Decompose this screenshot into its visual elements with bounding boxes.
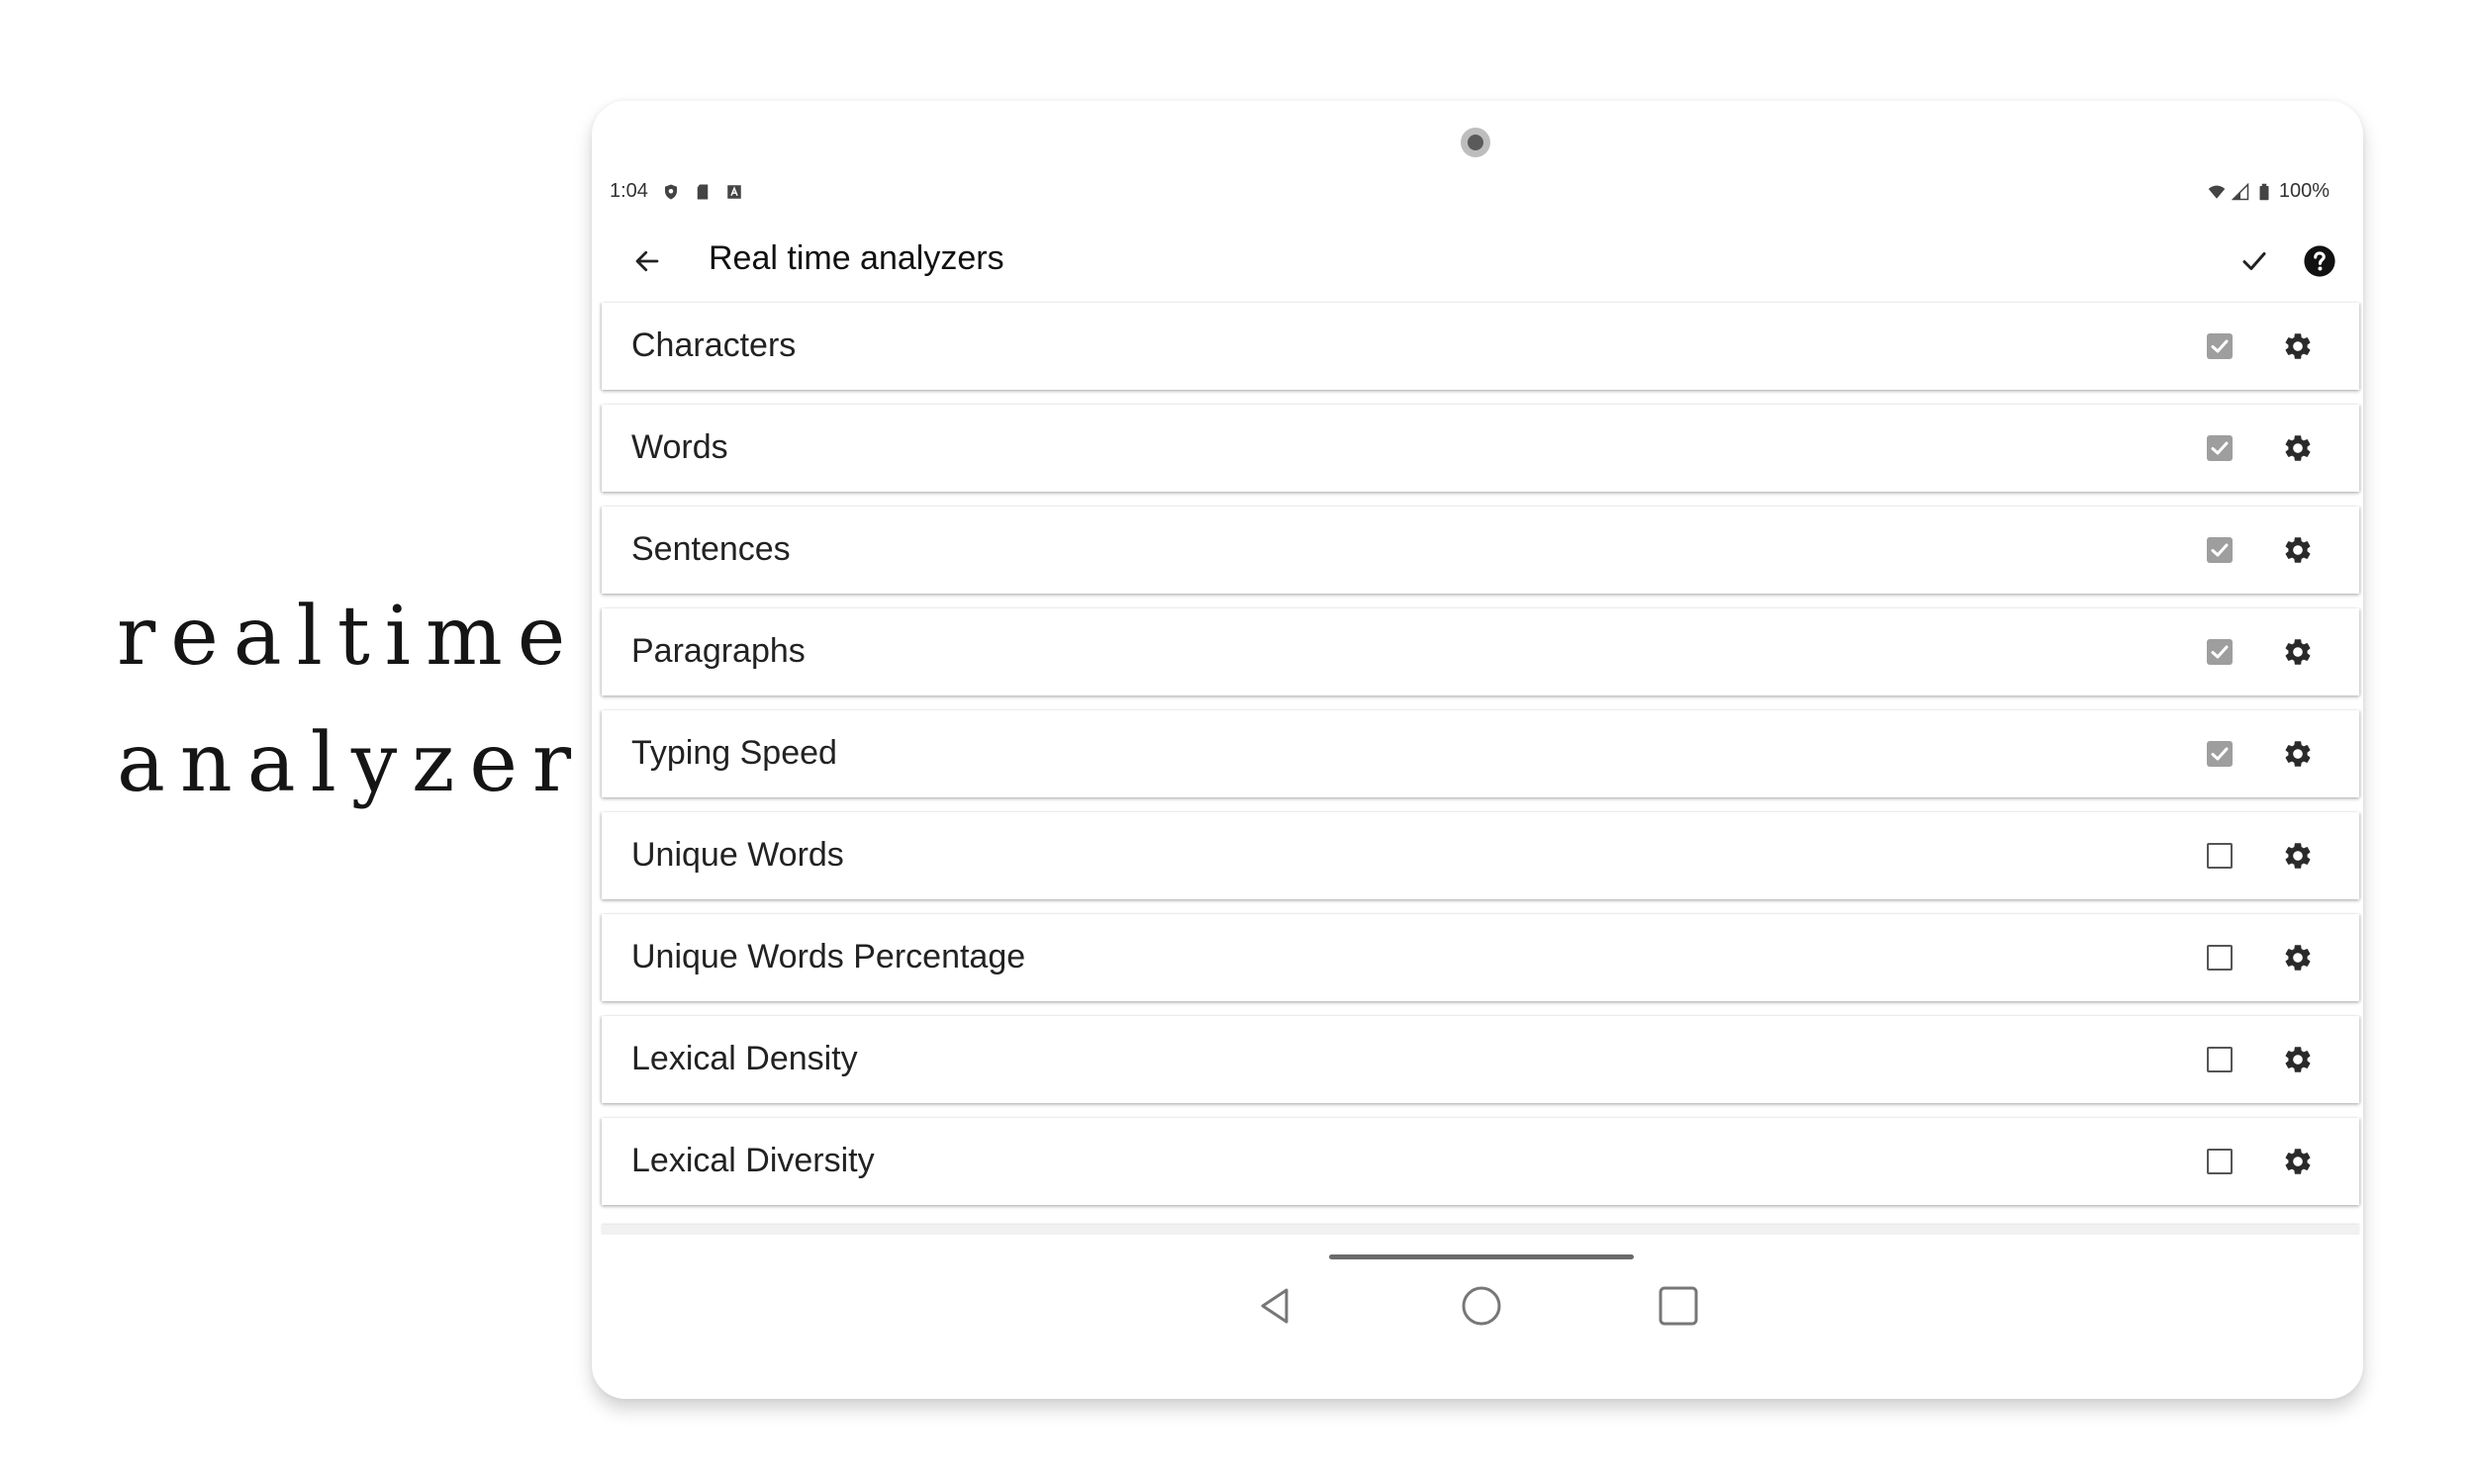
- checkbox-unchecked[interactable]: [2207, 1047, 2233, 1072]
- analyzer-label: Lexical Diversity: [631, 1142, 875, 1179]
- gear-icon: [2285, 1047, 2311, 1072]
- analyzer-settings-button[interactable]: [2282, 1044, 2314, 1075]
- checkmark-icon: [2211, 543, 2229, 557]
- gear-icon: [2285, 1149, 2311, 1174]
- analyzer-label: Typing Speed: [631, 734, 837, 772]
- analyzer-row[interactable]: Sentences: [602, 507, 2359, 594]
- checkbox-checked[interactable]: [2207, 435, 2233, 461]
- promo-line-2: analyzer: [117, 716, 587, 810]
- status-bar: 1:04 100%: [610, 176, 2330, 212]
- screen: realtime analyzer 1:04 100% Real time an: [0, 0, 2474, 1484]
- analyzer-label: Lexical Density: [631, 1040, 858, 1077]
- checkbox-unchecked[interactable]: [2207, 843, 2233, 869]
- analyzer-label: Unique Words: [631, 836, 844, 874]
- analyzer-settings-button[interactable]: [2282, 738, 2314, 770]
- font-icon: [727, 184, 741, 199]
- analyzer-settings-button[interactable]: [2282, 534, 2314, 566]
- analyzer-label: Sentences: [631, 530, 791, 568]
- analyzer-row[interactable]: Characters: [602, 303, 2359, 390]
- status-left: 1:04: [610, 180, 743, 203]
- check-icon: [2242, 252, 2266, 270]
- analyzer-settings-button[interactable]: [2282, 1146, 2314, 1177]
- battery-icon: [2259, 183, 2269, 200]
- checkbox-checked[interactable]: [2207, 537, 2233, 563]
- promo-line-1: realtime: [117, 590, 581, 684]
- checkbox-checked[interactable]: [2207, 741, 2233, 767]
- analyzer-settings-button[interactable]: [2282, 942, 2314, 974]
- checkbox-unchecked[interactable]: [2207, 945, 2233, 971]
- status-time: 1:04: [610, 180, 648, 202]
- checkmark-icon: [2211, 645, 2229, 659]
- analyzer-row[interactable]: Lexical Density: [602, 1016, 2359, 1103]
- gear-icon: [2285, 537, 2311, 563]
- checkmark-icon: [2211, 339, 2229, 353]
- checkmark-icon: [2211, 747, 2229, 761]
- analyzer-row[interactable]: Unique Words Percentage: [602, 914, 2359, 1001]
- analyzer-row[interactable]: Lexical Diversity: [602, 1118, 2359, 1205]
- checkbox-unchecked[interactable]: [2207, 1149, 2233, 1174]
- analyzer-label: Paragraphs: [631, 632, 806, 670]
- camera-icon: [1461, 128, 1490, 157]
- analyzer-list: Characters Words Sentences Paragraphs Typing…: [602, 303, 2359, 1220]
- confirm-button[interactable]: [2235, 241, 2274, 281]
- analyzer-label: Words: [631, 428, 728, 466]
- gear-icon: [2285, 843, 2311, 869]
- sd-card-icon: [697, 184, 709, 199]
- analyzer-row[interactable]: Unique Words: [602, 812, 2359, 899]
- gear-icon: [2285, 945, 2311, 971]
- gear-icon: [2285, 639, 2311, 665]
- shield-icon: [664, 184, 677, 199]
- analyzer-row[interactable]: Words: [602, 405, 2359, 492]
- gear-icon: [2285, 435, 2311, 461]
- tablet-frame: 1:04 100% Real time analyzers Characters…: [592, 101, 2363, 1399]
- gear-icon: [2285, 741, 2311, 767]
- help-button[interactable]: [2300, 241, 2339, 281]
- analyzer-settings-button[interactable]: [2282, 636, 2314, 668]
- promo-text: realtime analyzer: [117, 574, 582, 827]
- list-scroll-edge: [602, 1225, 2359, 1235]
- analyzer-label: Characters: [631, 326, 797, 364]
- analyzer-row[interactable]: Typing Speed: [602, 710, 2359, 797]
- nav-recents-icon[interactable]: [1657, 1284, 1700, 1328]
- checkbox-checked[interactable]: [2207, 639, 2233, 665]
- nav-home-icon[interactable]: [1460, 1284, 1503, 1328]
- checkbox-checked[interactable]: [2207, 333, 2233, 359]
- nav-back-icon[interactable]: [1255, 1284, 1298, 1328]
- analyzer-settings-button[interactable]: [2282, 840, 2314, 872]
- gesture-handle[interactable]: [1329, 1254, 1634, 1259]
- analyzer-row[interactable]: Paragraphs: [602, 608, 2359, 696]
- wifi-icon: [2208, 185, 2226, 199]
- back-button[interactable]: [627, 241, 667, 281]
- signal-icon: [2231, 182, 2249, 200]
- analyzer-settings-button[interactable]: [2282, 432, 2314, 464]
- arrow-back-icon: [635, 250, 659, 272]
- app-bar: Real time analyzers: [592, 224, 2363, 303]
- battery-percent: 100%: [2278, 180, 2330, 202]
- page-title: Real time analyzers: [709, 239, 1004, 277]
- checkmark-icon: [2211, 441, 2229, 455]
- gear-icon: [2285, 333, 2311, 359]
- analyzer-label: Unique Words Percentage: [631, 938, 1026, 975]
- analyzer-settings-button[interactable]: [2282, 330, 2314, 362]
- help-icon: [2304, 245, 2335, 277]
- status-right: 100%: [2208, 180, 2330, 203]
